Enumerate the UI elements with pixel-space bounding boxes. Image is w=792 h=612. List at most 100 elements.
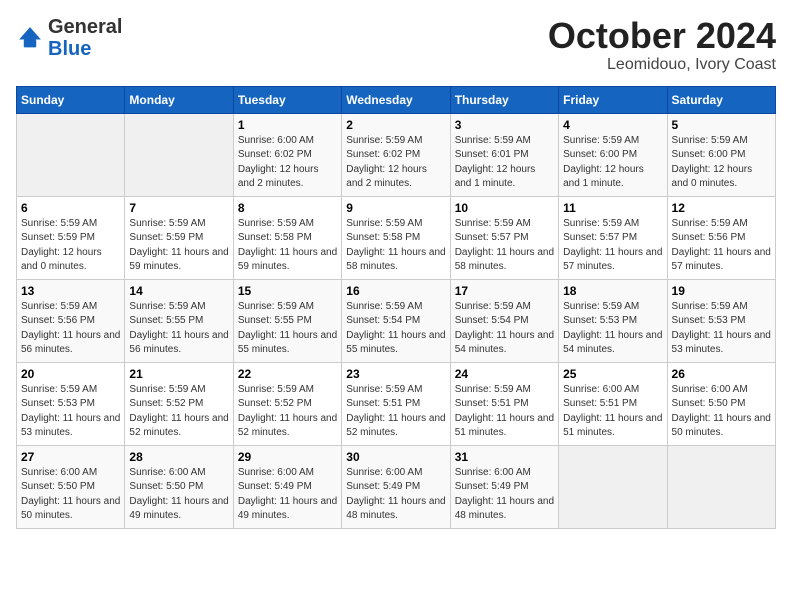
weekday-header: Saturday <box>667 86 775 113</box>
day-info: Sunrise: 6:00 AMSunset: 5:50 PMDaylight:… <box>129 466 228 524</box>
calendar-cell: 19 Sunrise: 5:59 AMSunset: 5:53 PMDayligh… <box>667 279 775 362</box>
day-info: Sunrise: 5:59 AMSunset: 5:54 PMDaylight:… <box>346 300 445 358</box>
day-info: Sunrise: 5:59 AMSunset: 6:01 PMDaylight:… <box>455 134 554 192</box>
calendar-cell: 29 Sunrise: 6:00 AMSunset: 5:49 PMDayligh… <box>233 445 341 528</box>
day-number: 1 <box>238 118 337 132</box>
day-info: Sunrise: 5:59 AMSunset: 5:55 PMDaylight:… <box>238 300 337 358</box>
calendar-cell: 14Sunrise: 5:59 AMSunset: 5:55 PMDayligh… <box>125 279 233 362</box>
day-number: 22 <box>238 367 337 381</box>
calendar-week-row: 27 Sunrise: 6:00 AMSunset: 5:50 PMDayligh… <box>17 445 776 528</box>
day-info: Sunrise: 5:59 AMSunset: 5:53 PMDaylight:… <box>672 300 771 358</box>
weekday-row: SundayMondayTuesdayWednesdayThursdayFrid… <box>17 86 776 113</box>
calendar-week-row: 13Sunrise: 5:59 AMSunset: 5:56 PMDayligh… <box>17 279 776 362</box>
calendar-body: 1 Sunrise: 6:00 AMSunset: 6:02 PMDaylight… <box>17 113 776 528</box>
calendar-week-row: 20 Sunrise: 5:59 AMSunset: 5:53 PMDayligh… <box>17 362 776 445</box>
day-number: 13 <box>21 284 120 298</box>
day-number: 30 <box>346 450 445 464</box>
day-number: 4 <box>563 118 662 132</box>
day-info: Sunrise: 6:00 AMSunset: 5:49 PMDaylight:… <box>238 466 337 524</box>
day-info: Sunrise: 5:59 AMSunset: 5:52 PMDaylight:… <box>238 383 337 441</box>
calendar-cell <box>125 113 233 196</box>
day-number: 9 <box>346 201 445 215</box>
day-number: 23 <box>346 367 445 381</box>
day-number: 17 <box>455 284 554 298</box>
calendar-cell: 18 Sunrise: 5:59 AMSunset: 5:53 PMDayligh… <box>559 279 667 362</box>
day-number: 7 <box>129 201 228 215</box>
calendar-cell: 6 Sunrise: 5:59 AMSunset: 5:59 PMDaylight… <box>17 196 125 279</box>
day-number: 8 <box>238 201 337 215</box>
logo-text: General Blue <box>48 16 122 60</box>
day-info: Sunrise: 5:59 AMSunset: 5:59 PMDaylight:… <box>129 217 228 275</box>
calendar-cell: 26 Sunrise: 6:00 AMSunset: 5:50 PMDayligh… <box>667 362 775 445</box>
day-number: 14 <box>129 284 228 298</box>
day-info: Sunrise: 5:59 AMSunset: 5:58 PMDaylight:… <box>346 217 445 275</box>
day-info: Sunrise: 6:00 AMSunset: 5:51 PMDaylight:… <box>563 383 662 441</box>
title-area: October 2024 Leomidouo, Ivory Coast <box>548 16 776 74</box>
calendar-cell: 21Sunrise: 5:59 AMSunset: 5:52 PMDayligh… <box>125 362 233 445</box>
day-info: Sunrise: 5:59 AMSunset: 5:53 PMDaylight:… <box>21 383 120 441</box>
day-number: 31 <box>455 450 554 464</box>
calendar-cell: 20 Sunrise: 5:59 AMSunset: 5:53 PMDayligh… <box>17 362 125 445</box>
weekday-header: Friday <box>559 86 667 113</box>
day-info: Sunrise: 6:00 AMSunset: 6:02 PMDaylight:… <box>238 134 337 192</box>
calendar-cell: 15Sunrise: 5:59 AMSunset: 5:55 PMDayligh… <box>233 279 341 362</box>
day-info: Sunrise: 6:00 AMSunset: 5:49 PMDaylight:… <box>455 466 554 524</box>
day-info: Sunrise: 5:59 AMSunset: 5:59 PMDaylight:… <box>21 217 120 275</box>
calendar-cell: 28 Sunrise: 6:00 AMSunset: 5:50 PMDayligh… <box>125 445 233 528</box>
day-info: Sunrise: 5:59 AMSunset: 6:02 PMDaylight:… <box>346 134 445 192</box>
calendar-cell: 23 Sunrise: 5:59 AMSunset: 5:51 PMDayligh… <box>342 362 450 445</box>
weekday-header: Monday <box>125 86 233 113</box>
day-number: 10 <box>455 201 554 215</box>
calendar-week-row: 6 Sunrise: 5:59 AMSunset: 5:59 PMDaylight… <box>17 196 776 279</box>
logo-general: General <box>48 16 122 38</box>
day-number: 2 <box>346 118 445 132</box>
calendar-cell: 24Sunrise: 5:59 AMSunset: 5:51 PMDayligh… <box>450 362 558 445</box>
day-number: 18 <box>563 284 662 298</box>
day-number: 28 <box>129 450 228 464</box>
calendar-cell: 5 Sunrise: 5:59 AMSunset: 6:00 PMDaylight… <box>667 113 775 196</box>
calendar-cell: 7 Sunrise: 5:59 AMSunset: 5:59 PMDaylight… <box>125 196 233 279</box>
day-number: 16 <box>346 284 445 298</box>
calendar-cell: 25 Sunrise: 6:00 AMSunset: 5:51 PMDayligh… <box>559 362 667 445</box>
day-number: 27 <box>21 450 120 464</box>
calendar-cell: 22 Sunrise: 5:59 AMSunset: 5:52 PMDayligh… <box>233 362 341 445</box>
weekday-header: Sunday <box>17 86 125 113</box>
day-number: 25 <box>563 367 662 381</box>
day-info: Sunrise: 5:59 AMSunset: 5:51 PMDaylight:… <box>455 383 554 441</box>
day-number: 20 <box>21 367 120 381</box>
day-info: Sunrise: 5:59 AMSunset: 5:54 PMDaylight:… <box>455 300 554 358</box>
day-number: 11 <box>563 201 662 215</box>
weekday-header: Tuesday <box>233 86 341 113</box>
calendar-week-row: 1 Sunrise: 6:00 AMSunset: 6:02 PMDaylight… <box>17 113 776 196</box>
day-info: Sunrise: 5:59 AMSunset: 5:58 PMDaylight:… <box>238 217 337 275</box>
day-info: Sunrise: 6:00 AMSunset: 5:49 PMDaylight:… <box>346 466 445 524</box>
day-number: 3 <box>455 118 554 132</box>
calendar-cell: 3 Sunrise: 5:59 AMSunset: 6:01 PMDaylight… <box>450 113 558 196</box>
header: General Blue October 2024 Leomidouo, Ivo… <box>16 16 776 74</box>
weekday-header: Wednesday <box>342 86 450 113</box>
day-number: 6 <box>21 201 120 215</box>
calendar-cell: 30 Sunrise: 6:00 AMSunset: 5:49 PMDayligh… <box>342 445 450 528</box>
calendar-cell: 31 Sunrise: 6:00 AMSunset: 5:49 PMDayligh… <box>450 445 558 528</box>
calendar-cell: 13Sunrise: 5:59 AMSunset: 5:56 PMDayligh… <box>17 279 125 362</box>
calendar-title: October 2024 <box>548 16 776 56</box>
logo-icon <box>16 24 44 52</box>
calendar-cell: 11 Sunrise: 5:59 AMSunset: 5:57 PMDayligh… <box>559 196 667 279</box>
day-info: Sunrise: 5:59 AMSunset: 5:53 PMDaylight:… <box>563 300 662 358</box>
day-number: 19 <box>672 284 771 298</box>
logo-blue: Blue <box>48 38 91 60</box>
day-info: Sunrise: 5:59 AMSunset: 6:00 PMDaylight:… <box>672 134 771 192</box>
day-info: Sunrise: 5:59 AMSunset: 5:57 PMDaylight:… <box>455 217 554 275</box>
day-info: Sunrise: 6:00 AMSunset: 5:50 PMDaylight:… <box>672 383 771 441</box>
calendar-cell: 2 Sunrise: 5:59 AMSunset: 6:02 PMDaylight… <box>342 113 450 196</box>
calendar-cell: 10 Sunrise: 5:59 AMSunset: 5:57 PMDayligh… <box>450 196 558 279</box>
calendar-cell: 8 Sunrise: 5:59 AMSunset: 5:58 PMDaylight… <box>233 196 341 279</box>
day-number: 29 <box>238 450 337 464</box>
logo: General Blue <box>16 16 122 60</box>
day-info: Sunrise: 5:59 AMSunset: 5:57 PMDaylight:… <box>563 217 662 275</box>
day-number: 26 <box>672 367 771 381</box>
day-info: Sunrise: 5:59 AMSunset: 5:51 PMDaylight:… <box>346 383 445 441</box>
day-number: 5 <box>672 118 771 132</box>
calendar-cell: 9 Sunrise: 5:59 AMSunset: 5:58 PMDaylight… <box>342 196 450 279</box>
day-number: 21 <box>129 367 228 381</box>
